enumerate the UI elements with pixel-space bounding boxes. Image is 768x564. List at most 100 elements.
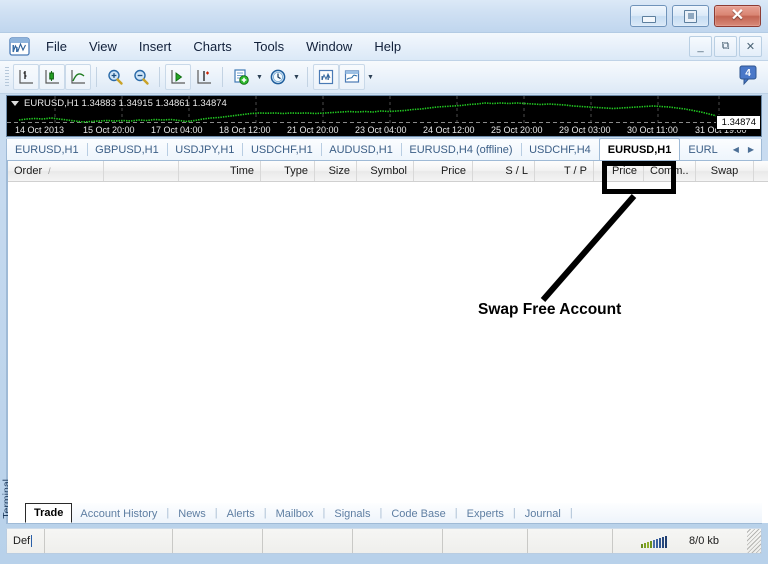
minimize-glyph-icon	[641, 15, 656, 23]
menu-item-tools[interactable]: Tools	[243, 36, 295, 57]
chart-menu-caret-icon[interactable]	[11, 100, 19, 106]
toolbar-grip[interactable]	[5, 67, 9, 87]
periods-dropdown-arrow-icon[interactable]: ▼	[291, 64, 302, 90]
chart-tab-next-arrow-icon[interactable]: ▶	[748, 145, 754, 154]
menu-item-charts[interactable]: Charts	[182, 36, 242, 57]
time-label-6: 24 Oct 12:00	[423, 124, 475, 135]
chart-tab-usdchf-h1[interactable]: USDCHF,H1	[243, 139, 321, 160]
chart-tab-eurusd-h1-active[interactable]: EURUSD,H1	[598, 138, 681, 160]
column-swap[interactable]: Swap	[696, 161, 754, 181]
column-type[interactable]: Type	[261, 161, 315, 181]
resize-grip[interactable]	[747, 529, 761, 553]
menu-item-file[interactable]: File	[35, 36, 78, 57]
terminal-panel: ✕ Terminal Order / Time Type Size Symbol…	[1, 160, 768, 524]
periods-icon[interactable]	[265, 64, 291, 90]
mdi-window-controls: _ ⧉ ✕	[689, 36, 762, 57]
indicators-dropdown-arrow-icon[interactable]: ▼	[254, 64, 265, 90]
status-profile[interactable]: Def	[7, 529, 45, 553]
tab-signals[interactable]: Signals	[326, 504, 378, 523]
column-order-label: Order	[14, 165, 43, 177]
bar-chart-icon[interactable]	[13, 64, 39, 90]
tab-separator: |	[569, 507, 573, 519]
time-label-9: 30 Oct 11:00	[627, 124, 678, 135]
tab-code-base[interactable]: Code Base	[383, 504, 453, 523]
traffic-label: 8/0 kb	[689, 535, 719, 547]
chart-tab-audusd-h1[interactable]: AUDUSD,H1	[321, 139, 401, 160]
close-button[interactable]: ✕	[714, 5, 761, 27]
status-connection[interactable]: 8/0 kb	[613, 529, 747, 553]
trade-table-header: Order / Time Type Size Symbol Price S / …	[8, 161, 768, 182]
minimize-button[interactable]	[630, 5, 667, 27]
column-stop-loss[interactable]: S / L	[473, 161, 535, 181]
signal-bars-icon	[641, 535, 668, 548]
time-label-3: 18 Oct 12:00	[219, 124, 271, 135]
column-price-current[interactable]: Price	[594, 161, 644, 181]
column-blank[interactable]	[104, 161, 179, 181]
column-size[interactable]: Size	[315, 161, 357, 181]
mdi-restore-button[interactable]: ⧉	[714, 36, 737, 57]
zoom-in-icon[interactable]	[102, 64, 128, 90]
menu-bar: File View Insert Charts Tools Window Hel…	[0, 33, 768, 61]
chart-tab-eurusd-h4-offline[interactable]: EURUSD,H4 (offline)	[401, 139, 520, 160]
restore-button[interactable]	[672, 5, 709, 27]
window-controls: ✕	[630, 5, 761, 27]
chart-tab-nav: ◀ ▶	[726, 139, 761, 160]
chart-tab-eurusd-h1-1[interactable]: EURUSD,H1	[7, 139, 87, 160]
chart-tab-prev-arrow-icon[interactable]: ◀	[733, 145, 739, 154]
menu-item-window[interactable]: Window	[295, 36, 363, 57]
profiles-dropdown-arrow-icon[interactable]: ▼	[365, 64, 376, 90]
column-profit[interactable]: Profit	[754, 161, 768, 181]
tab-alerts[interactable]: Alerts	[219, 504, 263, 523]
mailbox-badge[interactable]: 4	[735, 64, 761, 90]
profiles-icon[interactable]	[339, 64, 365, 90]
trade-table-body[interactable]	[8, 182, 768, 523]
column-order[interactable]: Order /	[8, 161, 104, 181]
toolbar-separator-3	[222, 67, 223, 87]
candlestick-chart-icon[interactable]	[39, 64, 65, 90]
tab-account-history[interactable]: Account History	[72, 504, 165, 523]
auto-scroll-icon[interactable]	[165, 64, 191, 90]
templates-icon[interactable]	[313, 64, 339, 90]
zoom-out-icon[interactable]	[128, 64, 154, 90]
chart-tab-usdjpy-h1[interactable]: USDJPY,H1	[167, 139, 242, 160]
line-chart-icon[interactable]	[65, 64, 91, 90]
column-take-profit[interactable]: T / P	[535, 161, 594, 181]
annotation-label: Swap Free Account	[478, 301, 622, 318]
column-symbol[interactable]: Symbol	[357, 161, 414, 181]
tab-news[interactable]: News	[170, 504, 214, 523]
chart-panel[interactable]: EURUSD,H1 1.34883 1.34915 1.34861 1.3487…	[6, 95, 762, 137]
column-price-open[interactable]: Price	[414, 161, 473, 181]
toolbar-separator-4	[307, 67, 308, 87]
chart-time-axis: 14 Oct 2013 15 Oct 20:00 17 Oct 04:00 18…	[7, 123, 761, 136]
tab-experts[interactable]: Experts	[459, 504, 512, 523]
tab-mailbox[interactable]: Mailbox	[268, 504, 322, 523]
indicators-icon[interactable]	[228, 64, 254, 90]
chart-tab-bar: EURUSD,H1 GBPUSD,H1 USDJPY,H1 USDCHF,H1 …	[6, 138, 762, 160]
tab-journal[interactable]: Journal	[517, 504, 569, 523]
toolbar-separator	[96, 67, 97, 87]
chart-shift-icon[interactable]	[191, 64, 217, 90]
restore-glyph-icon	[684, 9, 697, 23]
chart-tab-eurl[interactable]: EURL	[680, 139, 725, 160]
chart-header: EURUSD,H1 1.34883 1.34915 1.34861 1.3487…	[7, 96, 227, 110]
metatrader-logo-icon	[9, 36, 31, 57]
status-cell-1	[45, 529, 173, 553]
status-cell-6	[528, 529, 613, 553]
menu-item-view[interactable]: View	[78, 36, 128, 57]
status-profile-label: Def	[13, 535, 31, 547]
mdi-minimize-button[interactable]: _	[689, 36, 712, 57]
tab-trade[interactable]: Trade	[25, 503, 73, 523]
chart-tab-gbpusd-h1[interactable]: GBPUSD,H1	[87, 139, 167, 160]
status-cell-3	[263, 529, 353, 553]
mdi-close-button[interactable]: ✕	[739, 36, 762, 57]
metatrader-window: ✕ File View Insert Charts Tools Window H…	[0, 0, 768, 564]
time-label-7: 25 Oct 20:00	[491, 124, 543, 135]
menu-item-help[interactable]: Help	[363, 36, 412, 57]
column-commission[interactable]: Comm..	[644, 161, 696, 181]
time-label-0: 14 Oct 2013	[15, 124, 65, 135]
chart-symbol-label: EURUSD,H1 1.34883 1.34915 1.34861 1.3487…	[24, 97, 227, 109]
chart-tab-usdchf-h4[interactable]: USDCHF,H4	[521, 139, 599, 160]
menu-item-insert[interactable]: Insert	[128, 36, 183, 57]
column-time[interactable]: Time	[179, 161, 261, 181]
svg-text:4: 4	[745, 68, 751, 79]
